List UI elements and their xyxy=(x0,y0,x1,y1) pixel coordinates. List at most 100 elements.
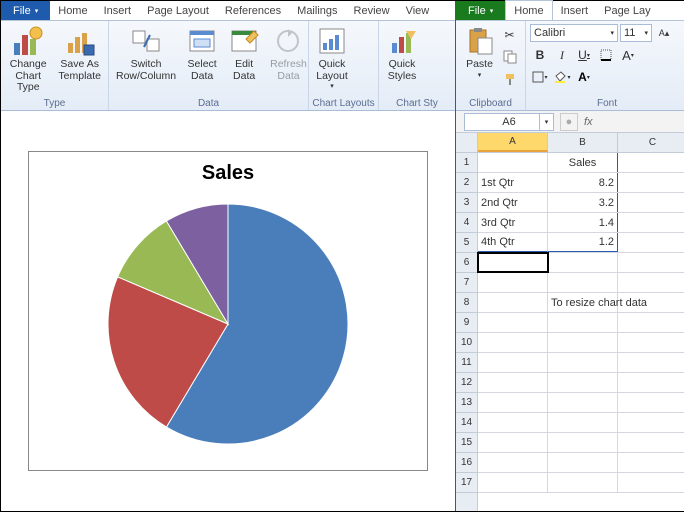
cell[interactable] xyxy=(548,353,618,372)
cell[interactable] xyxy=(478,453,548,472)
row-header[interactable]: 6 xyxy=(456,253,477,273)
border-button[interactable] xyxy=(596,45,616,65)
tab-insert-right[interactable]: Insert xyxy=(553,1,597,20)
tab-mailings[interactable]: Mailings xyxy=(289,1,345,20)
change-chart-type-button[interactable]: Change Chart Type xyxy=(4,23,52,96)
cell[interactable]: 2nd Qtr xyxy=(478,193,548,212)
font-name-select[interactable]: Calibri▾ xyxy=(530,24,618,42)
tab-insert[interactable]: Insert xyxy=(96,1,140,20)
spreadsheet-grid[interactable]: 1234567891011121314151617 A B C Sales1st… xyxy=(456,133,684,511)
cell[interactable] xyxy=(478,473,548,492)
tab-home[interactable]: Home xyxy=(50,1,95,20)
border-button-2[interactable]: ▾ xyxy=(530,67,550,87)
row-header[interactable]: 15 xyxy=(456,433,477,453)
switch-row-column-button[interactable]: Switch Row/Column xyxy=(112,23,180,84)
cell[interactable]: 1.2 xyxy=(548,233,618,252)
row-header[interactable]: 1 xyxy=(456,153,477,173)
cell[interactable] xyxy=(548,413,618,432)
tab-references[interactable]: References xyxy=(217,1,289,20)
row-header[interactable]: 17 xyxy=(456,473,477,493)
row-header[interactable]: 14 xyxy=(456,413,477,433)
cell[interactable] xyxy=(478,393,548,412)
cell[interactable]: To resize chart data xyxy=(548,293,618,312)
cell[interactable] xyxy=(618,413,684,432)
dropdown-arrow-icon[interactable]: ▾ xyxy=(539,114,553,130)
cell[interactable]: 1st Qtr xyxy=(478,173,548,192)
cell[interactable] xyxy=(618,273,684,292)
tab-page-layout[interactable]: Page Layout xyxy=(139,1,217,20)
cell[interactable] xyxy=(548,333,618,352)
cell[interactable] xyxy=(618,473,684,492)
row-header[interactable]: 9 xyxy=(456,313,477,333)
cell[interactable] xyxy=(618,433,684,452)
cell[interactable] xyxy=(548,373,618,392)
cell[interactable] xyxy=(618,313,684,332)
cell[interactable] xyxy=(618,293,684,312)
cell[interactable] xyxy=(548,253,618,272)
format-painter-button[interactable] xyxy=(500,69,520,89)
cell[interactable]: 4th Qtr xyxy=(478,233,548,252)
cell[interactable] xyxy=(618,193,684,212)
cell[interactable] xyxy=(478,433,548,452)
cell[interactable] xyxy=(548,473,618,492)
cell[interactable] xyxy=(618,173,684,192)
cell[interactable] xyxy=(478,273,548,292)
cell[interactable] xyxy=(478,153,548,172)
chart-title[interactable]: Sales xyxy=(39,162,417,185)
tab-home-right[interactable]: Home xyxy=(505,0,552,20)
fill-color-button[interactable]: ▾ xyxy=(552,67,572,87)
row-header[interactable]: 3 xyxy=(456,193,477,213)
cell[interactable] xyxy=(548,433,618,452)
cell[interactable] xyxy=(548,393,618,412)
save-as-template-button[interactable]: Save As Template xyxy=(54,23,105,84)
select-all-corner[interactable] xyxy=(456,133,477,153)
row-header[interactable]: 16 xyxy=(456,453,477,473)
font-size-increase-2[interactable]: A▾ xyxy=(618,45,638,65)
row-header[interactable]: 5 xyxy=(456,233,477,253)
cell[interactable] xyxy=(618,353,684,372)
chart-object[interactable]: Sales xyxy=(28,151,428,471)
cell[interactable] xyxy=(548,313,618,332)
bold-button[interactable]: B xyxy=(530,45,550,65)
edit-data-button[interactable]: Edit Data xyxy=(224,23,264,84)
cell[interactable] xyxy=(478,253,548,272)
cut-button[interactable]: ✂ xyxy=(500,25,520,45)
cell[interactable]: 3.2 xyxy=(548,193,618,212)
row-header[interactable]: 8 xyxy=(456,293,477,313)
cell[interactable] xyxy=(618,233,684,252)
cell[interactable] xyxy=(618,253,684,272)
italic-button[interactable]: I xyxy=(552,45,572,65)
row-header[interactable]: 7 xyxy=(456,273,477,293)
row-header[interactable]: 4 xyxy=(456,213,477,233)
cell[interactable] xyxy=(478,413,548,432)
cell[interactable] xyxy=(618,213,684,232)
cell[interactable] xyxy=(618,393,684,412)
col-header-c[interactable]: C xyxy=(618,133,684,152)
cell[interactable] xyxy=(478,373,548,392)
cell[interactable]: 8.2 xyxy=(548,173,618,192)
cell[interactable] xyxy=(478,333,548,352)
tab-page-layout-right[interactable]: Page Lay xyxy=(596,1,658,20)
cell[interactable] xyxy=(478,353,548,372)
cell[interactable] xyxy=(548,453,618,472)
cell[interactable] xyxy=(548,273,618,292)
file-tab-left[interactable]: File▾ xyxy=(1,1,50,20)
paste-button[interactable]: Paste▾ xyxy=(462,23,498,89)
row-header[interactable]: 2 xyxy=(456,173,477,193)
name-box[interactable]: A6▾ xyxy=(464,113,554,131)
font-color-button[interactable]: A▾ xyxy=(574,67,594,87)
cell[interactable]: Sales xyxy=(548,153,618,172)
row-header[interactable]: 11 xyxy=(456,353,477,373)
tab-review[interactable]: Review xyxy=(346,1,398,20)
file-tab-right[interactable]: File▾ xyxy=(456,1,505,20)
cell[interactable]: 3rd Qtr xyxy=(478,213,548,232)
cell[interactable] xyxy=(478,313,548,332)
quick-styles-button[interactable]: Quick Styles xyxy=(382,23,422,84)
col-header-a[interactable]: A xyxy=(478,133,548,152)
row-header[interactable]: 10 xyxy=(456,333,477,353)
col-header-b[interactable]: B xyxy=(548,133,618,152)
row-header[interactable]: 12 xyxy=(456,373,477,393)
copy-button[interactable] xyxy=(500,47,520,67)
cell[interactable] xyxy=(618,153,684,172)
cell[interactable] xyxy=(618,373,684,392)
